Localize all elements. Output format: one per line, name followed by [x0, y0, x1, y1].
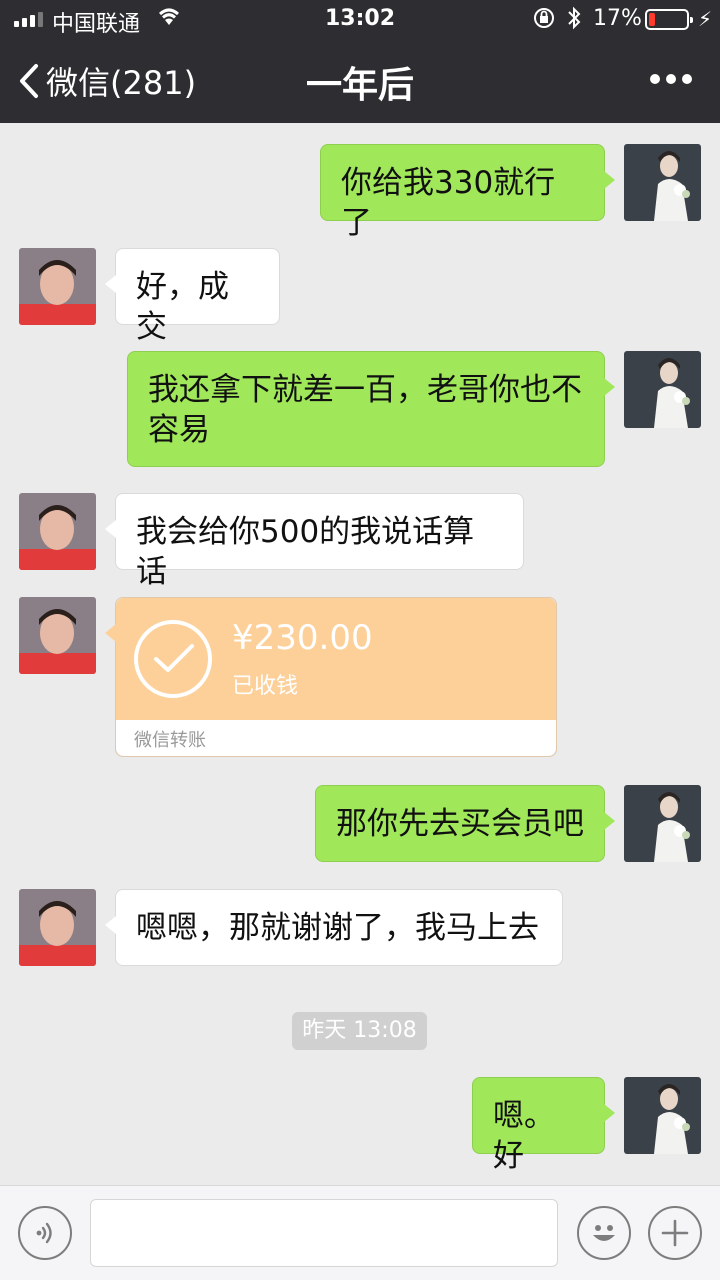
contact-avatar[interactable]: [19, 248, 96, 325]
status-bar: 中国联通 13:02 17% ⚡: [0, 0, 720, 40]
my-avatar[interactable]: [624, 1077, 701, 1154]
transfer-card[interactable]: ¥230.00 已收钱 微信转账: [105, 597, 557, 757]
message-input[interactable]: [90, 1199, 558, 1267]
bluetooth-icon: [566, 5, 582, 37]
message-bubble-sent[interactable]: 我还拿下就差一百，老哥你也不容易: [127, 351, 615, 467]
voice-icon: [36, 1222, 52, 1244]
input-bar: [0, 1185, 720, 1280]
battery-icon: [645, 9, 693, 30]
battery-percent: 17%: [593, 6, 642, 31]
message-bubble-received[interactable]: 嗯嗯，那就谢谢了，我马上去: [105, 889, 563, 966]
charging-icon: ⚡: [698, 7, 713, 31]
emoji-button[interactable]: [577, 1206, 631, 1260]
message-bubble-sent[interactable]: 那你先去买会员吧: [315, 785, 615, 862]
orientation-lock-icon: [532, 6, 556, 36]
my-avatar[interactable]: [624, 785, 701, 862]
transfer-status: 已收钱: [232, 674, 299, 699]
contact-avatar[interactable]: [19, 889, 96, 966]
nav-bar: 微信(281) 一年后: [0, 40, 720, 123]
contact-avatar[interactable]: [19, 597, 96, 674]
header: 中国联通 13:02 17% ⚡ 微信(281) 一年后: [0, 0, 720, 123]
emoji-icon: [593, 1225, 615, 1241]
timestamp: 昨天 13:08: [292, 1012, 427, 1050]
transfer-footer: 微信转账: [116, 720, 556, 756]
transfer-card-body: ¥230.00 已收钱: [116, 598, 556, 720]
my-avatar[interactable]: [624, 144, 701, 221]
chat-title: 一年后: [305, 65, 414, 106]
my-avatar[interactable]: [624, 351, 701, 428]
voice-button[interactable]: [18, 1206, 72, 1260]
message-bubble-received[interactable]: 好，成交: [105, 248, 280, 345]
transfer-amount: ¥230.00: [232, 618, 373, 658]
message-bubble-sent[interactable]: 你给我330就行了: [320, 144, 615, 241]
more-dots-icon[interactable]: [650, 74, 692, 84]
contact-avatar[interactable]: [19, 493, 96, 570]
plus-icon: [661, 1219, 689, 1247]
message-bubble-received[interactable]: 我会给你500的我说话算话: [105, 493, 524, 590]
check-circle-icon: [134, 620, 212, 698]
plus-button[interactable]: [648, 1206, 702, 1260]
message-bubble-sent[interactable]: 嗯。好: [472, 1077, 615, 1174]
